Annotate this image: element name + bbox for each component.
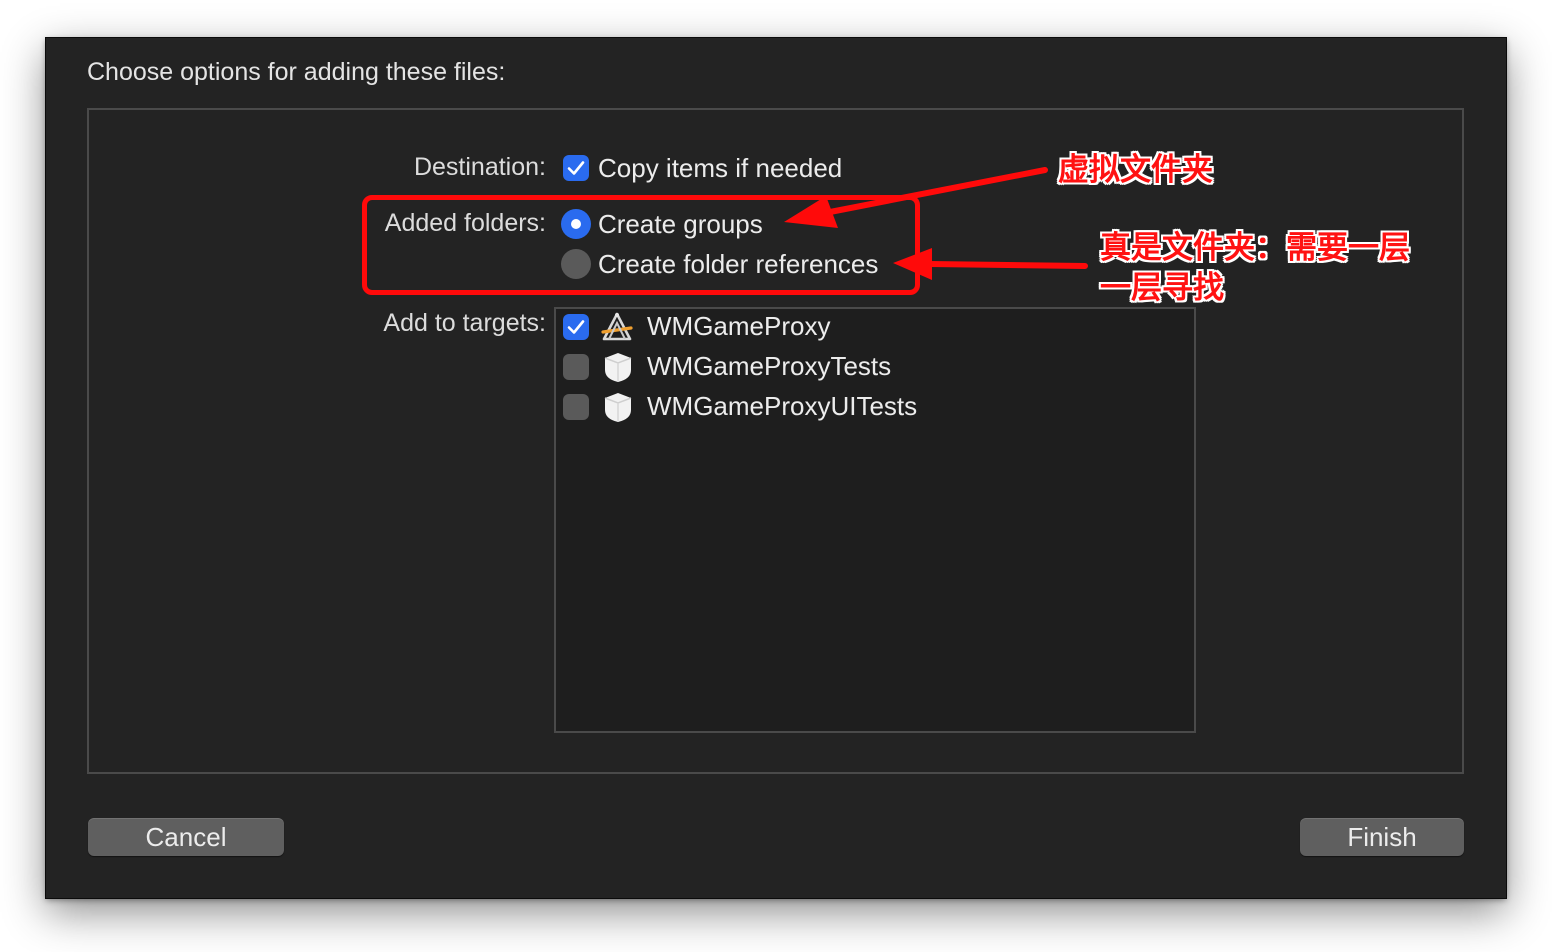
arrow-to-folder-references [893, 248, 1088, 280]
annotation-real-folder-line2: 一层寻找 [1100, 270, 1224, 306]
annotation-real-folder-line1: 真是文件夹：需要一层 [1100, 230, 1410, 266]
annotation-virtual-folder: 虚拟文件夹 [1058, 152, 1213, 188]
annotation-arrows [784, 167, 1088, 280]
arrow-to-create-groups [784, 167, 1048, 228]
